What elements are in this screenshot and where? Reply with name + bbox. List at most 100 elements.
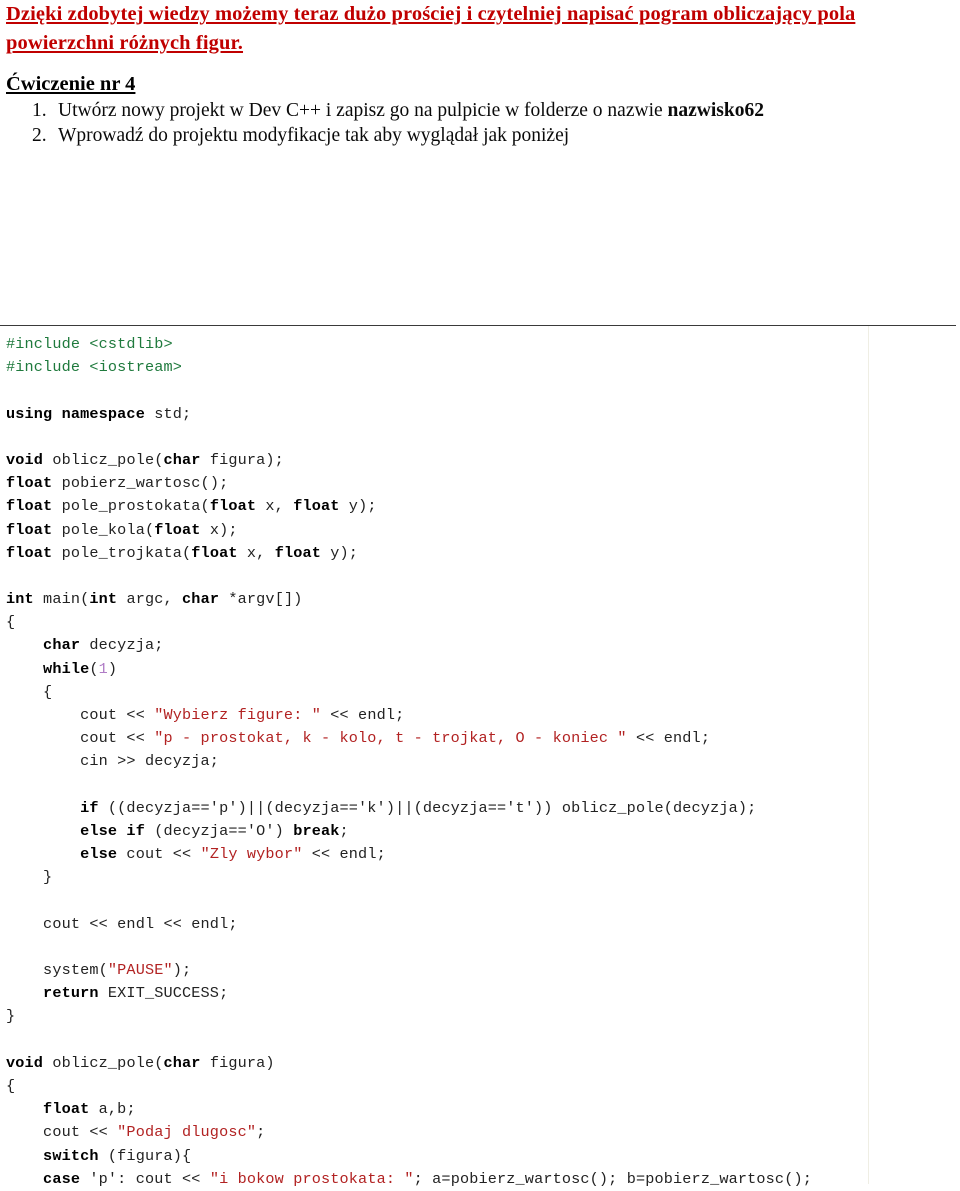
code-token-brace: { (6, 1077, 16, 1095)
code-token-str: "i bokow prostokata: " (209, 1169, 414, 1188)
code-token-plain: ); (172, 961, 192, 980)
code-token-plain: *argv[]) (219, 590, 303, 609)
code-token-kw: int (6, 590, 34, 609)
code-token-plain: cout << (6, 1123, 118, 1142)
code-token-plain: << endl; (302, 845, 386, 864)
code-token-plain: std; (144, 404, 192, 423)
code-token-brace: { (6, 682, 53, 701)
code-token-plain: << endl; (321, 706, 405, 724)
code-line: { (6, 681, 960, 704)
code-token-plain: ( (89, 659, 99, 678)
intro-paragraph: Dzięki zdobytej wiedzy możemy teraz dużo… (6, 0, 956, 58)
code-token-kw: char (6, 636, 81, 655)
code-line: } (6, 1005, 960, 1028)
code-token-kw: float (6, 543, 53, 562)
code-token-brace: { (6, 613, 16, 632)
code-line: cout << "Podaj dlugosc"; (6, 1121, 960, 1144)
code-token-plain: ; (339, 821, 349, 840)
code-token-kw: break (293, 821, 340, 840)
code-line: #include <iostream> (6, 356, 960, 379)
code-line: char decyzja; (6, 634, 960, 657)
code-token-plain: decyzja; (80, 636, 164, 655)
code-token-kw: else if (6, 821, 145, 840)
code-line: else cout << "Zly wybor" << endl; (6, 843, 960, 866)
code-token-plain: a,b; (89, 1100, 136, 1119)
code-line: cout << "Wybierz figure: " << endl; (6, 704, 960, 727)
exercise-title: Ćwiczenie nr 4 (6, 73, 136, 95)
code-token-kw: float (191, 543, 238, 562)
code-token-kw: float (274, 543, 322, 562)
code-line: switch (figura){ (6, 1145, 960, 1168)
code-line: return EXIT_SUCCESS; (6, 982, 960, 1005)
code-token-plain: (figura){ (98, 1146, 192, 1165)
code-line: { (6, 1075, 960, 1098)
code-token-plain: pole_prostokata( (52, 497, 210, 516)
step-number: 1. (32, 100, 47, 121)
code-token-plain: x, (256, 497, 294, 516)
code-line: int main(int argc, char *argv[]) (6, 588, 960, 611)
intro-line-2: powierzchni różnych figur. (6, 32, 244, 54)
code-line: float pole_prostokata(float x, float y); (6, 495, 960, 518)
code-line: #include <cstdlib> (6, 333, 960, 356)
code-line: cout << "p - prostokat, k - kolo, t - tr… (6, 727, 960, 750)
code-token-plain: ) (107, 659, 118, 678)
code-line: } (6, 866, 960, 889)
code-token-kw: while (6, 659, 90, 678)
code-token-str: "PAUSE" (107, 961, 173, 980)
code-token-pre: #include <cstdlib> (6, 335, 173, 353)
code-token-kw: float (154, 520, 201, 539)
code-token-plain: cout << endl << endl; (6, 914, 238, 933)
code-token-kw: case (6, 1169, 81, 1188)
code-token-pre: #include <iostream> (6, 358, 183, 377)
document-header: Dzięki zdobytej wiedzy możemy teraz dużo… (6, 0, 956, 58)
code-token-kw: return (6, 984, 99, 1003)
list-item: 1. Utwórz nowy projekt w Dev C++ i zapis… (6, 98, 950, 123)
code-token-plain: oblicz_pole( (43, 1053, 164, 1072)
horizontal-divider (0, 325, 956, 326)
code-token-brace: } (6, 1007, 16, 1026)
code-token-kw: char (182, 590, 220, 609)
code-token-plain: 'p': cout << (80, 1169, 210, 1188)
code-token-plain: x, (237, 543, 275, 562)
code-line: float pole_kola(float x); (6, 519, 960, 542)
code-token-plain: (decyzja=='O') (144, 821, 294, 840)
code-token-kw: float (6, 474, 53, 493)
code-token-kw: if (6, 798, 99, 817)
code-token-kw: float (209, 497, 257, 516)
code-token-plain: oblicz_pole( (43, 450, 164, 469)
code-token-plain: x); (200, 520, 238, 539)
code-line: cout << endl << endl; (6, 913, 960, 936)
code-token-kw: void (6, 1053, 44, 1072)
code-token-kw: using namespace (6, 404, 145, 423)
code-token-kw: char (163, 450, 201, 469)
code-listing: #include <cstdlib> #include <iostream> us… (6, 333, 960, 1191)
code-token-plain: figura); (200, 450, 284, 469)
code-token-plain: pole_kola( (52, 520, 155, 539)
code-token-kw: float (6, 520, 53, 539)
code-token-plain: EXIT_SUCCESS; (98, 984, 229, 1003)
code-line: float a,b; (6, 1098, 960, 1121)
code-token-plain: y); (321, 543, 359, 562)
code-line: void oblicz_pole(char figura); (6, 449, 960, 472)
code-line: float pole_trojkata(float x, float y); (6, 542, 960, 565)
code-token-kw: float (6, 497, 53, 516)
code-line: { (6, 611, 960, 634)
code-token-plain: << endl; (626, 729, 711, 748)
code-token-num: 1 (98, 659, 108, 678)
code-token-plain: system( (6, 961, 108, 980)
code-line: void oblicz_pole(char figura) (6, 1052, 960, 1075)
code-line: system("PAUSE"); (6, 959, 960, 982)
step-text: Wprowadź do projektu modyfikacje tak aby… (58, 123, 950, 148)
code-token-kw: int (89, 590, 118, 609)
code-line: while(1) (6, 658, 960, 681)
code-line: case 'p': cout << "i bokow prostokata: "… (6, 1168, 960, 1191)
code-token-str: "Podaj dlugosc" (117, 1123, 257, 1142)
code-token-plain: ((decyzja=='p')||(decyzja=='k')||(decyzj… (98, 798, 757, 817)
code-token-kw: else (6, 845, 118, 864)
code-token-plain: y); (339, 497, 377, 516)
